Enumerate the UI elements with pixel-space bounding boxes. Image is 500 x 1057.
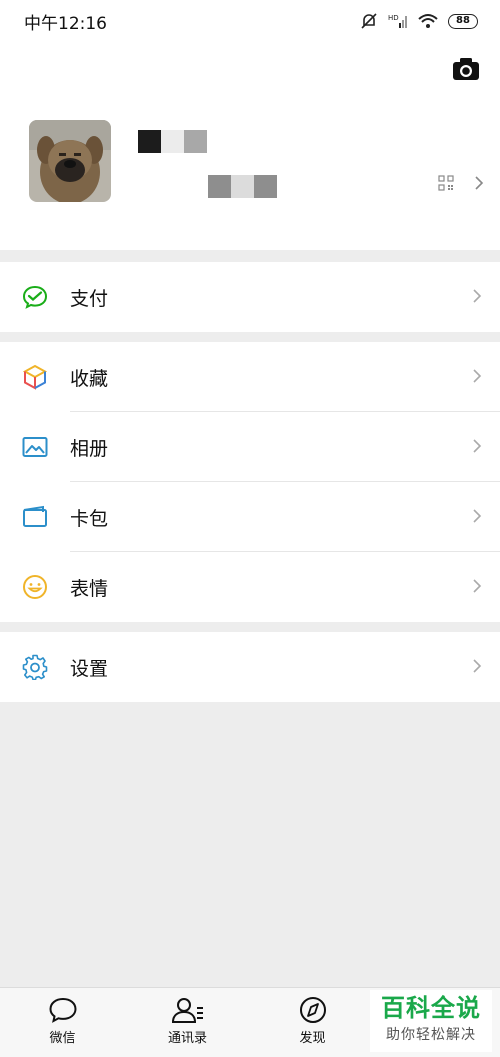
camera-icon[interactable] bbox=[452, 56, 480, 82]
svg-text:HD: HD bbox=[388, 14, 399, 22]
menu-item-cards[interactable]: 卡包 bbox=[0, 482, 500, 552]
pay-group: 支付 bbox=[0, 262, 500, 332]
menu-item-settings[interactable]: 设置 bbox=[0, 632, 500, 702]
menu-item-stickers[interactable]: 表情 bbox=[0, 552, 500, 622]
favorites-cube-icon bbox=[22, 364, 48, 390]
menu-item-favorites[interactable]: 收藏 bbox=[0, 342, 500, 412]
tab-label-contacts: 通讯录 bbox=[167, 1031, 207, 1046]
menu-item-pay[interactable]: 支付 bbox=[0, 262, 500, 332]
gear-icon bbox=[22, 654, 48, 680]
wallet-card-icon bbox=[22, 504, 48, 530]
tab-label-discover: 发现 bbox=[299, 1031, 326, 1046]
chevron-right-icon bbox=[475, 176, 484, 190]
pay-icon bbox=[22, 284, 48, 310]
tab-contacts[interactable]: 通讯录 bbox=[125, 988, 250, 1057]
nickname-redacted bbox=[138, 130, 207, 153]
watermark-title: 百科全说 bbox=[381, 994, 481, 1022]
watermark-subtitle: 助你轻松解决 bbox=[386, 1027, 476, 1043]
profile-header[interactable] bbox=[0, 42, 500, 250]
album-image-icon bbox=[22, 434, 48, 460]
status-icons: HD 88 bbox=[360, 12, 478, 30]
menu-label-stickers: 表情 bbox=[70, 577, 109, 600]
status-bar: 中午12:16 HD 88 bbox=[0, 0, 500, 42]
settings-group: 设置 bbox=[0, 632, 500, 702]
mute-alarm-icon bbox=[361, 13, 377, 29]
avatar[interactable] bbox=[29, 120, 111, 202]
chevron-right-icon bbox=[473, 439, 482, 453]
menu-label-settings: 设置 bbox=[70, 657, 109, 680]
menu-label-pay: 支付 bbox=[70, 287, 109, 310]
menu-label-album: 相册 bbox=[70, 437, 109, 460]
menu-label-favorites: 收藏 bbox=[70, 367, 109, 390]
watermark-logo: 百科全说 助你轻松解决 bbox=[370, 990, 492, 1052]
contacts-icon bbox=[171, 998, 203, 1023]
qr-code-icon[interactable] bbox=[438, 175, 454, 191]
tab-chats[interactable]: 微信 bbox=[0, 988, 125, 1057]
chat-bubble-icon bbox=[48, 997, 77, 1023]
battery-indicator: 88 bbox=[448, 13, 478, 29]
status-time: 中午12:16 bbox=[24, 13, 107, 34]
smiley-face-icon bbox=[22, 574, 48, 600]
qr-code-entry[interactable] bbox=[438, 175, 484, 191]
menu-label-cards: 卡包 bbox=[70, 507, 109, 530]
tab-label-chats: 微信 bbox=[49, 1031, 76, 1046]
dog-avatar-image bbox=[29, 120, 111, 202]
tab-discover[interactable]: 发现 bbox=[250, 988, 375, 1057]
wifi-icon bbox=[418, 14, 438, 28]
signal-icon: HD bbox=[388, 14, 407, 28]
chevron-right-icon bbox=[473, 659, 482, 673]
wechat-id-redacted bbox=[208, 175, 277, 198]
chevron-right-icon bbox=[473, 289, 482, 303]
chevron-right-icon bbox=[473, 509, 482, 523]
compass-icon bbox=[299, 997, 326, 1023]
features-group: 收藏 相册 卡包 表情 bbox=[0, 342, 500, 622]
chevron-right-icon bbox=[473, 579, 482, 593]
chevron-right-icon bbox=[473, 369, 482, 383]
menu-item-album[interactable]: 相册 bbox=[0, 412, 500, 482]
